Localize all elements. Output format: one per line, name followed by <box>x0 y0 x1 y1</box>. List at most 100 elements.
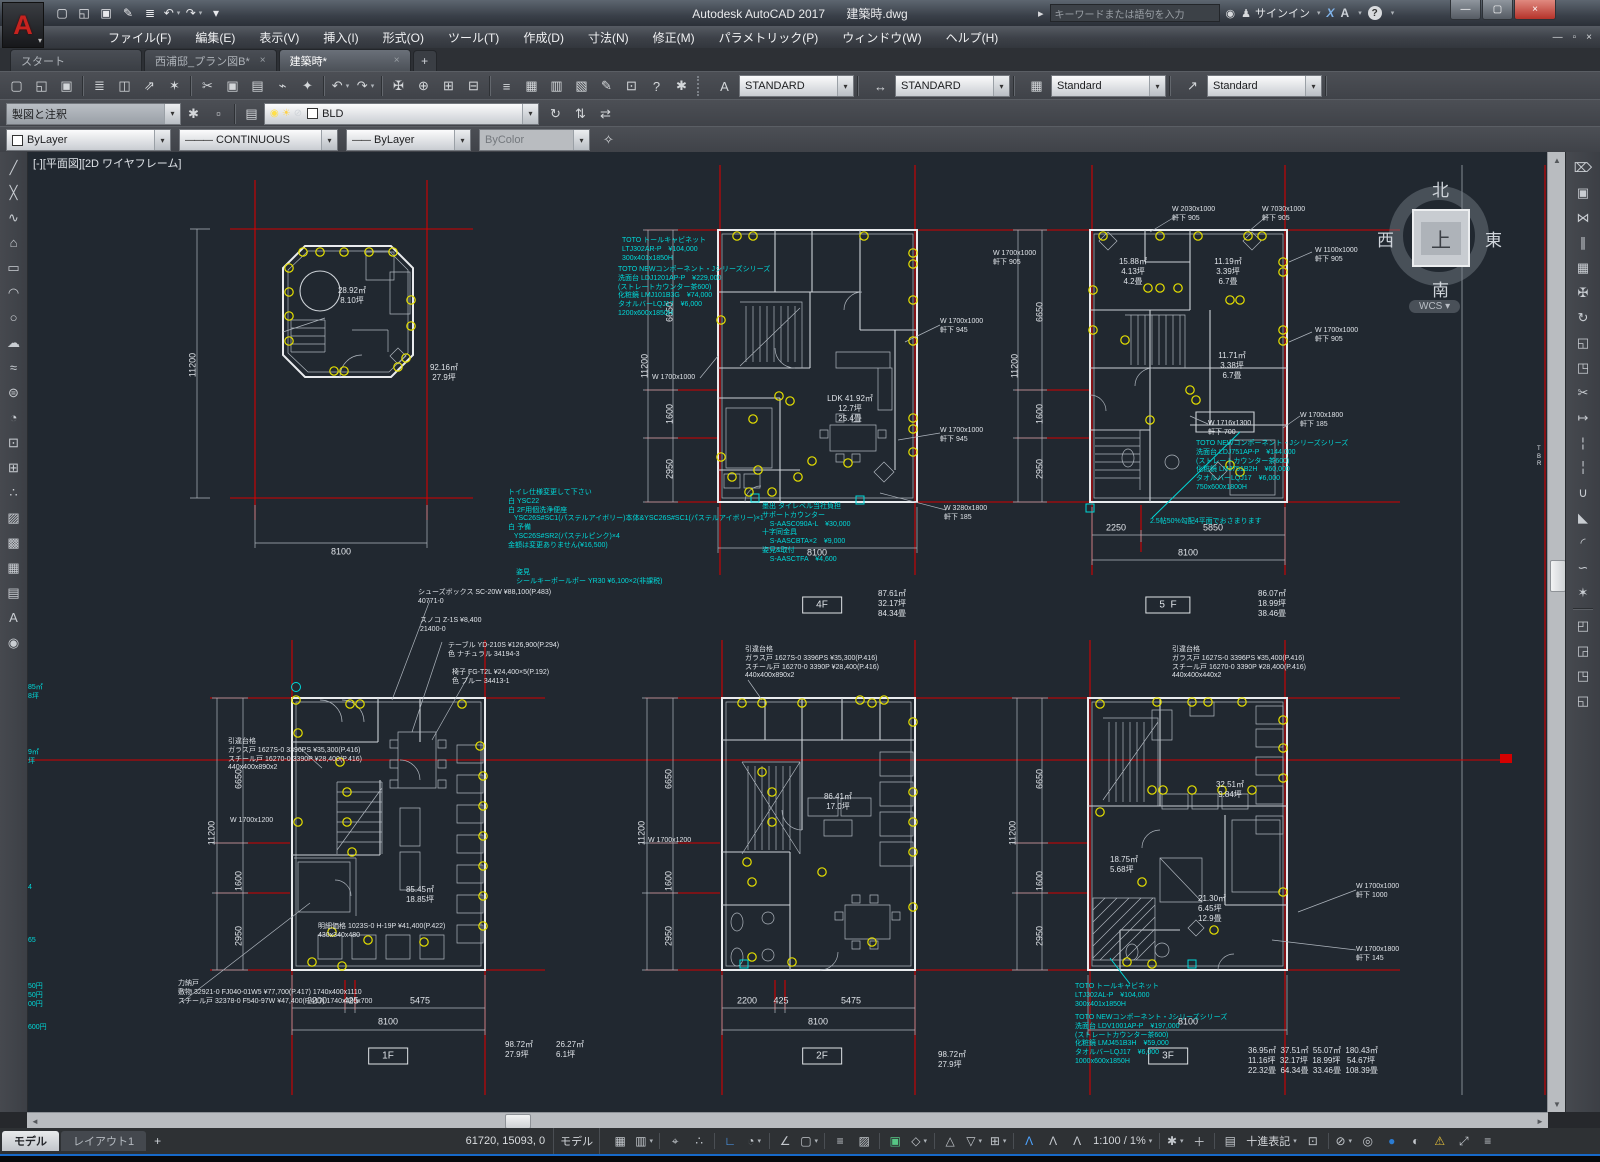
viewcube-south[interactable]: 南 <box>1432 276 1449 301</box>
offset-icon[interactable]: ∥ <box>1571 230 1595 255</box>
selection-filter-icon[interactable]: ▽▾ <box>962 1130 986 1152</box>
object-snap-tracking-icon[interactable]: ∠ <box>773 1130 797 1152</box>
send-to-back-icon[interactable]: ◲ <box>1571 638 1595 663</box>
text-style-select[interactable]: STANDARD▾ <box>739 75 854 97</box>
pan-icon[interactable]: ✠ <box>387 75 410 98</box>
application-menu-button[interactable]: A ▾ <box>2 2 44 48</box>
quick-properties-icon[interactable]: ⊡ <box>1301 1130 1325 1152</box>
undo-button[interactable]: ↶▾ <box>162 4 182 22</box>
annotation-autoscale-icon[interactable]: Λ <box>1041 1130 1065 1152</box>
dropdown-arrow-icon[interactable]: ▾ <box>454 130 470 150</box>
region-icon[interactable]: ▦ <box>2 555 26 580</box>
mirror-icon[interactable]: ⋈ <box>1571 205 1595 230</box>
dropdown-arrow-icon[interactable]: ▾ <box>650 1137 654 1145</box>
rotate-icon[interactable]: ↻ <box>1571 305 1595 330</box>
close-tab-icon[interactable]: × <box>394 55 400 66</box>
tool-palettes-icon[interactable]: ▥ <box>545 75 568 98</box>
doc-restore-button[interactable]: ▫ <box>1573 32 1577 43</box>
close-button[interactable]: × <box>1514 0 1556 20</box>
clean-screen-icon[interactable]: ⤢ <box>1452 1130 1476 1152</box>
3d-object-snap-icon[interactable]: ◇▾ <box>907 1130 931 1152</box>
menu-item[interactable]: 挿入(I) <box>311 26 370 48</box>
dropdown-arrow-icon[interactable]: ▾ <box>993 76 1009 96</box>
dropdown-arrow-icon[interactable]: ▾ <box>321 130 337 150</box>
scroll-right-icon[interactable]: ► <box>1532 1113 1548 1129</box>
viewcube-top-face[interactable]: 上 <box>1412 209 1470 267</box>
gizmo-icon[interactable]: ⊞▾ <box>986 1130 1010 1152</box>
object-snap-icon[interactable]: ▢▾ <box>797 1130 821 1152</box>
search-expand-icon[interactable]: ▸ <box>1038 7 1044 20</box>
dynamic-ucs-icon[interactable]: △ <box>938 1130 962 1152</box>
grid-display-icon[interactable]: ▦ <box>608 1130 632 1152</box>
workspace-settings-icon[interactable]: ✱ <box>182 102 205 125</box>
blend-curves-icon[interactable]: ∽ <box>1571 555 1595 580</box>
circle-icon[interactable]: ○ <box>2 305 26 330</box>
quick-calc-icon[interactable]: ⊡ <box>620 75 643 98</box>
qat-customize-button[interactable]: ▾ <box>206 4 226 22</box>
table-style-icon[interactable]: ▦ <box>1025 75 1048 98</box>
arc-icon[interactable]: ◠ <box>2 280 26 305</box>
ortho-mode-icon[interactable]: ∟ <box>718 1130 742 1152</box>
cut-icon[interactable]: ✂ <box>196 75 219 98</box>
menu-item[interactable]: 修正(M) <box>641 26 707 48</box>
search-icon[interactable]: ◉ <box>1226 7 1236 20</box>
layer-select[interactable]: ◉☀⊘ BLD ▾ <box>264 103 539 125</box>
dropdown-arrow-icon[interactable]: ▾ <box>1180 1137 1184 1145</box>
dropdown-arrow-icon[interactable]: ▾ <box>837 76 853 96</box>
dropdown-arrow-icon[interactable]: ▾ <box>199 9 203 17</box>
menu-item[interactable]: ウィンドウ(W) <box>830 26 933 48</box>
new-drawing-tab-button[interactable]: + <box>413 50 437 71</box>
ellipse-icon[interactable]: ⊜ <box>2 380 26 405</box>
model-space-viewport[interactable]: .w2{stroke:#e9ebee;stroke-width:2;fill:n… <box>27 152 1548 1112</box>
scroll-up-icon[interactable]: ▲ <box>1548 152 1566 168</box>
dropdown-arrow-icon[interactable]: ▾ <box>346 82 350 90</box>
stretch-icon[interactable]: ◳ <box>1571 355 1595 380</box>
horizontal-scrollbar[interactable]: ◄ ► <box>27 1112 1548 1129</box>
menu-item[interactable]: ファイル(F) <box>96 26 183 48</box>
close-tab-icon[interactable]: × <box>260 55 266 66</box>
layout1-tab[interactable]: レイアウト1 <box>61 1131 146 1151</box>
new-icon[interactable]: ▢ <box>5 75 28 98</box>
paste-icon[interactable]: ▤ <box>246 75 269 98</box>
copy-object-icon[interactable]: ▣ <box>1571 180 1595 205</box>
viewcube-east[interactable]: 東 <box>1485 226 1502 251</box>
scroll-left-icon[interactable]: ◄ <box>27 1113 43 1129</box>
restore-button[interactable]: ▢ <box>1482 0 1513 20</box>
break-icon[interactable]: ╎ <box>1571 455 1595 480</box>
break-at-point-icon[interactable]: ¦ <box>1571 430 1595 455</box>
redo-icon[interactable]: ↷▾ <box>354 75 377 98</box>
layer-isolate-icon[interactable]: ⇅ <box>569 102 592 125</box>
viewcube[interactable]: 北 西 東 南 上 WCS ▾ <box>1383 180 1495 292</box>
viewcube-west[interactable]: 西 <box>1377 226 1394 251</box>
plot-button[interactable]: ≣ <box>140 4 160 22</box>
match-properties-icon[interactable]: ⌁ <box>271 75 294 98</box>
snap-mode-icon[interactable]: ▥▾ <box>632 1130 656 1152</box>
dim-style-icon[interactable]: ↔ <box>869 75 892 98</box>
dropdown-arrow-icon[interactable]: ▾ <box>1349 1137 1353 1145</box>
transparency-icon[interactable]: ▨ <box>852 1130 876 1152</box>
units-value[interactable]: 十進表記▾ <box>1242 1133 1301 1149</box>
app-store-icon[interactable]: A <box>1341 6 1350 20</box>
hatch-icon[interactable]: ▨ <box>2 505 26 530</box>
annotation-scale-value[interactable]: 1:100 / 1%▾ <box>1089 1135 1156 1147</box>
color-select[interactable]: ByLayer ▾ <box>6 129 171 151</box>
dropdown-arrow-icon[interactable]: ▾ <box>924 1137 928 1145</box>
add-selected-icon[interactable]: ◉ <box>2 630 26 655</box>
batch-plot-icon[interactable]: ✶ <box>163 75 186 98</box>
plot-icon[interactable]: ≣ <box>88 75 111 98</box>
ellipse-arc-icon[interactable]: ◔ <box>2 405 26 430</box>
dropdown-arrow-icon[interactable]: ▾ <box>1293 1137 1297 1145</box>
move-icon[interactable]: ✠ <box>1571 280 1595 305</box>
menu-item[interactable]: ヘルプ(H) <box>934 26 1011 48</box>
array-icon[interactable]: ▦ <box>1571 255 1595 280</box>
customize-icon[interactable]: ≡ <box>1476 1130 1500 1152</box>
performance-icon[interactable]: ◐ <box>1404 1130 1428 1152</box>
properties-icon[interactable]: ≡ <box>495 75 518 98</box>
search-input[interactable]: キーワードまたは語句を入力 <box>1050 4 1220 22</box>
dropdown-arrow-icon[interactable]: ▾ <box>177 9 181 17</box>
sheet-set-manager-icon[interactable]: ▧ <box>570 75 593 98</box>
table-style-select[interactable]: Standard▾ <box>1051 75 1166 97</box>
mtext-icon[interactable]: A <box>2 605 26 630</box>
file-tab[interactable]: 建築時*× <box>279 49 411 71</box>
zoom-realtime-icon[interactable]: ⊕ <box>412 75 435 98</box>
